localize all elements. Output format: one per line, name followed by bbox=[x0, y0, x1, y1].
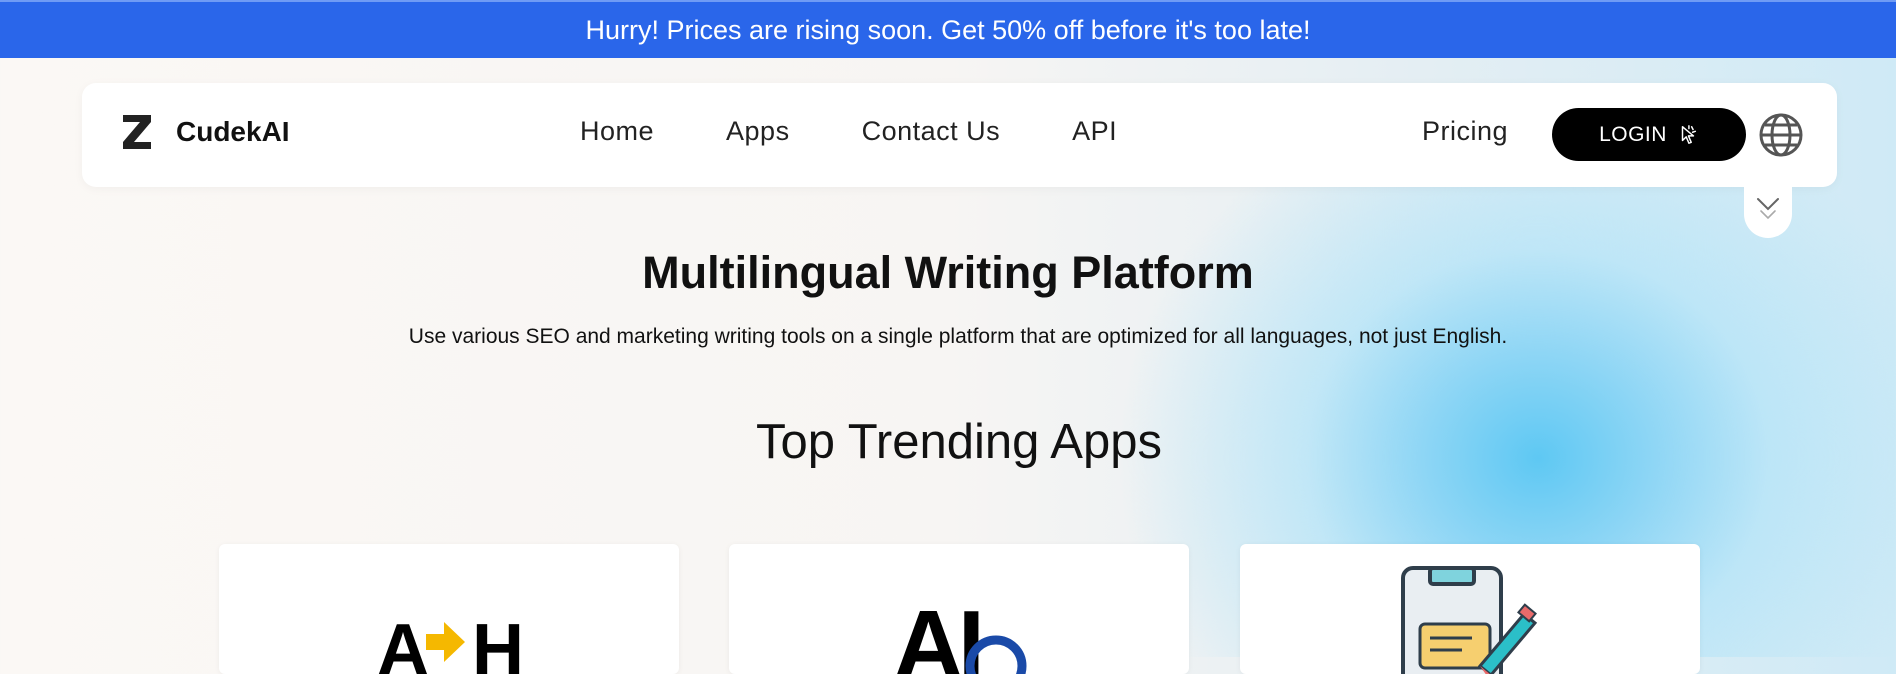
nav-pricing-link[interactable]: Pricing bbox=[1422, 116, 1508, 147]
nav-api-link[interactable]: API bbox=[1072, 116, 1117, 147]
hero-subtitle: Use various SEO and marketing writing to… bbox=[408, 325, 1508, 348]
pointer-cursor-icon bbox=[1681, 124, 1696, 144]
language-globe-icon[interactable] bbox=[1758, 112, 1804, 158]
clipboard-edit-icon bbox=[1401, 566, 1538, 674]
cudek-logo-icon bbox=[123, 115, 151, 149]
ai-detector-icon: AI bbox=[893, 590, 1027, 674]
login-button-label: LOGIN bbox=[1599, 122, 1667, 146]
chevron-down-icon bbox=[1757, 198, 1779, 220]
login-button[interactable]: LOGIN bbox=[1552, 108, 1746, 161]
main-nav: Home Apps Contact Us API bbox=[580, 116, 1189, 147]
promo-banner: Hurry! Prices are rising soon. Get 50% o… bbox=[0, 0, 1896, 58]
card-glyph-right: H bbox=[472, 610, 524, 674]
hero-title: Multilingual Writing Platform bbox=[642, 247, 1254, 298]
app-card-article-writer[interactable] bbox=[1240, 544, 1700, 674]
app-card-ai-detector[interactable]: AI bbox=[729, 544, 1189, 674]
brand-name: CudekAI bbox=[176, 116, 290, 147]
promo-banner-text: Hurry! Prices are rising soon. Get 50% o… bbox=[585, 14, 1311, 45]
expand-menu-toggle[interactable] bbox=[1744, 184, 1792, 238]
top-navbar: CudekAI Home Apps Contact Us API Pricing… bbox=[82, 83, 1837, 187]
nav-apps-link[interactable]: Apps bbox=[726, 116, 790, 147]
app-card-paraphraser[interactable]: A H bbox=[219, 544, 679, 674]
nav-contact-link[interactable]: Contact Us bbox=[862, 116, 1001, 147]
nav-home-link[interactable]: Home bbox=[580, 116, 654, 147]
card-glyph-left: A bbox=[377, 610, 429, 674]
trending-heading: Top Trending Apps bbox=[756, 415, 1162, 469]
brand-logo[interactable]: CudekAI bbox=[121, 113, 290, 151]
text-conversion-icon: A H bbox=[377, 610, 524, 674]
